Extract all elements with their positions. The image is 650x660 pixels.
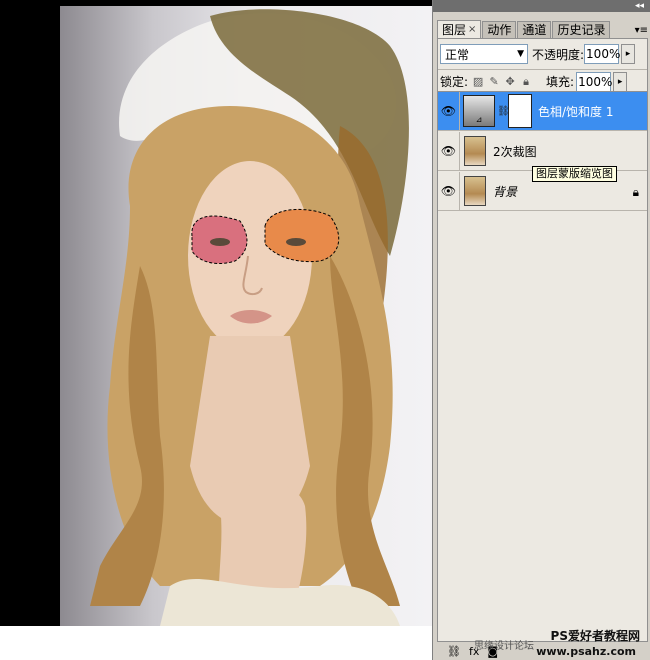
blend-row: 正常 ▼ 不透明度: 100% ▸ (438, 43, 647, 65)
layer-thumbnail[interactable] (464, 136, 486, 166)
tab-channels[interactable]: 通道 (517, 21, 552, 38)
lock-label: 锁定: (440, 75, 469, 89)
layers-panel: ◂◂ 图层 × 动作 通道 历史记录 ▾≡ 正常 ▼ 不透明度: 100% ▸ … (432, 0, 650, 660)
tab-label: 历史记录 (557, 23, 606, 37)
chevron-right-icon: ▸ (617, 76, 623, 87)
visibility-toggle[interactable]: 👁︎ (438, 172, 460, 210)
layer-thumbnail[interactable] (464, 176, 486, 206)
collapse-icon[interactable]: ◂◂ (635, 0, 644, 12)
site-url-watermark: www.psahz.com (536, 645, 636, 658)
fill-slider-button[interactable]: ▸ (613, 71, 628, 92)
document-canvas[interactable] (0, 0, 432, 660)
tab-history[interactable]: 历史记录 (552, 21, 611, 38)
chevron-down-icon: ▼ (517, 49, 524, 59)
tooltip: 图层蒙版缩览图 (532, 166, 617, 182)
opacity-value: 100% (586, 47, 621, 61)
tab-actions[interactable]: 动作 (482, 21, 517, 38)
hue-saturation-icon[interactable]: ⊿ (463, 95, 495, 127)
opacity-slider-button[interactable]: ▸ (621, 44, 636, 64)
lock-move-icon[interactable]: ✥ (504, 75, 516, 88)
layer-row-hue-saturation[interactable]: 👁︎ ⊿ ⛓︎ 色相/饱和度 1 (438, 92, 647, 131)
fill-label: 填充: (546, 75, 575, 89)
panel-menu-icon[interactable]: ▾≡ (635, 26, 648, 36)
layer-name: 2次裁图 (493, 144, 537, 159)
site-watermark: PS爱好者教程网 (550, 629, 640, 643)
eye-icon: 👁︎ (440, 184, 457, 198)
lock-all-icon[interactable]: 🔒︎ (520, 75, 532, 88)
lock-icon: 🔒︎ (632, 185, 639, 199)
visibility-toggle[interactable]: 👁︎ (438, 132, 460, 170)
layers-body: 正常 ▼ 不透明度: 100% ▸ 锁定: ▨ ✎ ✥ 🔒︎ 填充: 100% … (437, 38, 648, 642)
tab-label: 动作 (487, 23, 512, 37)
layer-name: 色相/饱和度 1 (538, 104, 614, 119)
lock-transparent-icon[interactable]: ▨ (472, 75, 484, 88)
blend-mode-select[interactable]: 正常 ▼ (440, 44, 528, 64)
lock-brush-icon[interactable]: ✎ (488, 75, 500, 88)
visibility-toggle[interactable]: 👁︎ (438, 92, 460, 130)
canvas-bottom-strip (0, 626, 432, 660)
chain-link-icon[interactable]: ⛓︎ (497, 106, 510, 117)
tab-layers[interactable]: 图层 × (437, 20, 482, 38)
panel-tab-row: 图层 × 动作 通道 历史记录 (437, 20, 650, 38)
opacity-label: 不透明度: (532, 47, 585, 62)
lock-row: 锁定: ▨ ✎ ✥ 🔒︎ 填充: 100% ▸ (438, 69, 647, 92)
opacity-input[interactable]: 100% (584, 44, 621, 64)
link-layers-icon[interactable]: ⛓︎ (447, 645, 461, 658)
chevron-right-icon: ▸ (625, 49, 631, 59)
portrait-photo[interactable] (60, 6, 432, 626)
close-icon[interactable]: × (468, 22, 476, 38)
panel-title-bar[interactable]: ◂◂ (433, 0, 650, 12)
blend-mode-value: 正常 (445, 47, 470, 62)
layer-mask-thumbnail[interactable] (508, 94, 532, 128)
fill-value: 100% (578, 74, 613, 89)
tab-label: 图层 (442, 22, 467, 37)
eye-icon: 👁︎ (440, 144, 457, 158)
forum-watermark: 思缘设计论坛 (474, 641, 534, 652)
layer-name: 背景 (493, 184, 518, 199)
fill-input[interactable]: 100% (576, 71, 613, 92)
tab-label: 通道 (522, 23, 547, 37)
eye-icon: 👁︎ (440, 104, 457, 118)
